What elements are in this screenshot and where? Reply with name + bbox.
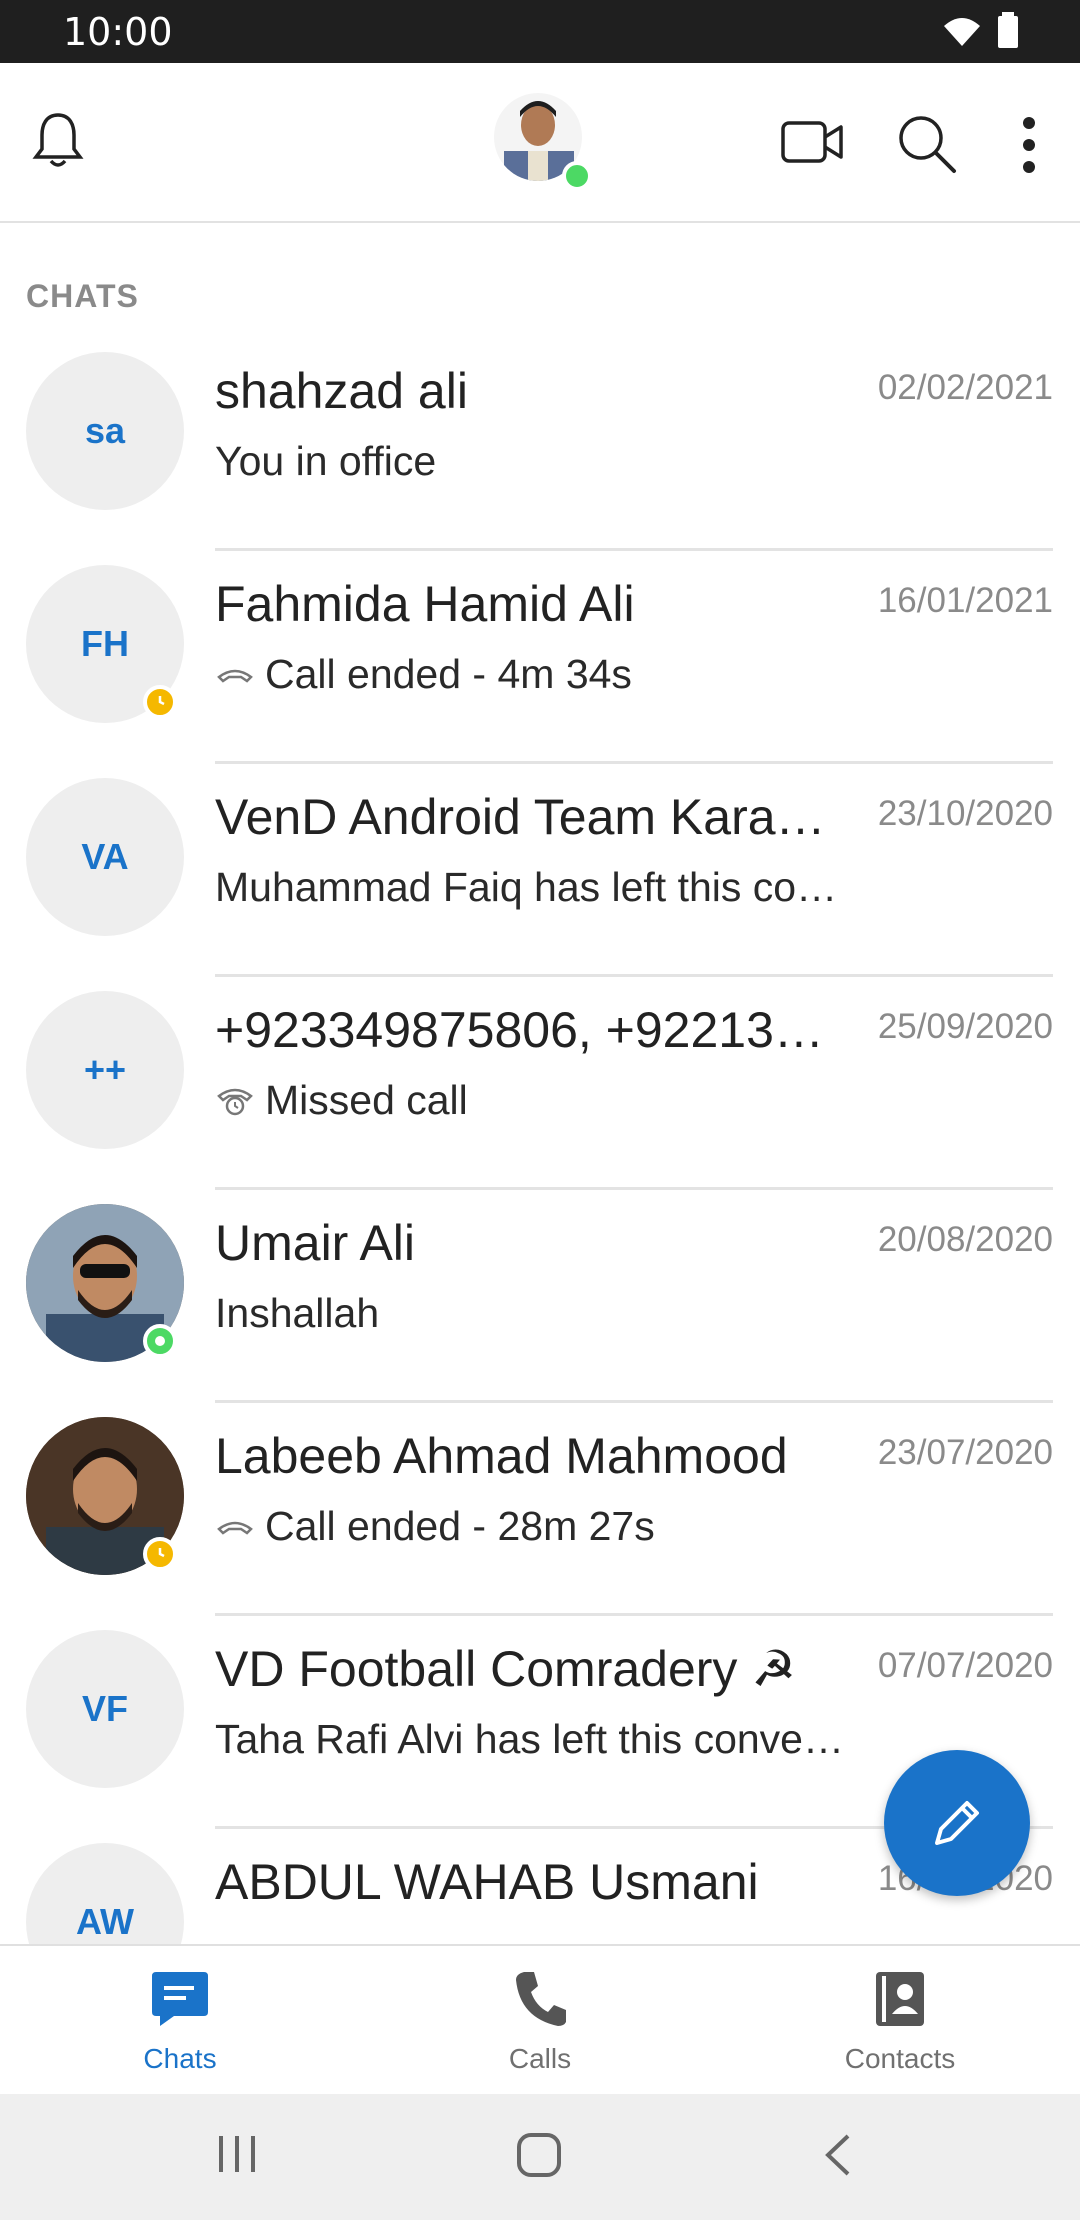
chat-preview-text: Muhammad Faiq has left this conversation	[215, 864, 855, 910]
chat-date: 02/02/2021	[877, 368, 1053, 407]
chat-list-item[interactable]: FH Fahmida Hamid Ali 16/01/2021 Call ended …	[0, 551, 1080, 764]
contact-avatar: sa	[26, 352, 184, 510]
chat-name: Umair Ali	[215, 1215, 416, 1271]
presence-online-badge	[143, 1324, 177, 1358]
tab-calls[interactable]: Calls	[430, 1968, 650, 2075]
chat-name: shahzad ali	[215, 363, 468, 419]
chat-list-item[interactable]: ++ +923349875806, +922134567890 25/09/2020…	[0, 977, 1080, 1190]
online-check-icon	[155, 1336, 165, 1346]
chat-preview-text: Missed call	[265, 1077, 468, 1123]
video-call-icon[interactable]	[780, 117, 844, 167]
presence-away-badge	[143, 1537, 177, 1571]
chat-list-item[interactable]: sa shahzad ali 02/02/2021 You in office	[0, 338, 1080, 551]
phone-icon	[516, 1972, 566, 2026]
chat-preview: Taha Rafi Alvi has left this conversatio…	[215, 1716, 855, 1763]
chat-preview: Call ended - 4m 34s	[215, 651, 855, 698]
more-vertical-icon[interactable]	[1018, 115, 1040, 175]
chat-date: 25/09/2020	[877, 1007, 1053, 1046]
chat-preview: Missed call	[215, 1077, 855, 1124]
chat-date: 23/10/2020	[877, 794, 1053, 833]
chat-preview: Muhammad Faiq has left this conversation	[215, 864, 855, 911]
chat-name: ABDUL WAHAB Usmani	[215, 1854, 759, 1910]
contact-avatar: ++	[26, 991, 184, 1149]
status-bar: 10:00	[0, 0, 1080, 63]
chat-list[interactable]: sa shahzad ali 02/02/2021 You in office FH Fa…	[0, 338, 1080, 1944]
call-ended-icon	[215, 663, 255, 687]
tab-calls-label: Calls	[508, 2043, 572, 2074]
status-time: 10:00	[63, 10, 173, 54]
chat-list-item[interactable]: Labeeb Ahmad Mahmood 23/07/2020 Call ended…	[0, 1403, 1080, 1616]
chat-name: Fahmida Hamid Ali	[215, 576, 635, 632]
chat-preview-text: You in office	[215, 438, 437, 484]
avatar-initials: ++	[83, 1049, 127, 1090]
missed-call-icon	[215, 1084, 255, 1118]
tab-chats[interactable]: Chats	[70, 1968, 290, 2075]
chat-preview-text: Call ended - 4m 34s	[265, 651, 632, 697]
contacts-icon	[876, 1972, 924, 2026]
chat-name: VD Football Comradery ☭	[215, 1641, 797, 1697]
back-icon[interactable]	[822, 2132, 852, 2178]
chat-icon	[152, 1972, 208, 2026]
profile-avatar[interactable]	[494, 89, 592, 193]
chat-name: VenD Android Team Karachi	[215, 789, 835, 845]
chat-date: 16/01/2021	[877, 581, 1053, 620]
tab-contacts[interactable]: Contacts	[790, 1968, 1010, 2075]
chat-list-item[interactable]: VA VenD Android Team Karachi 23/10/2020 Muh…	[0, 764, 1080, 977]
pencil-icon	[935, 1801, 979, 1845]
search-icon[interactable]	[896, 113, 958, 175]
contact-avatar: VA	[26, 778, 184, 936]
avatar-initials: sa	[84, 410, 126, 451]
wifi-icon	[944, 18, 980, 46]
away-clock-icon	[158, 696, 165, 706]
avatar-initials: VA	[81, 836, 129, 877]
chat-preview: Call ended - 28m 27s	[215, 1503, 855, 1550]
battery-icon	[998, 12, 1018, 48]
avatar-initials: FH	[81, 623, 129, 664]
presence-away-badge	[143, 685, 177, 719]
tab-chats-label: Chats	[143, 2043, 217, 2074]
home-icon[interactable]	[516, 2132, 562, 2178]
chat-preview-text: Call ended - 28m 27s	[265, 1503, 655, 1549]
call-ended-icon	[215, 1515, 255, 1539]
avatar-initials: AW	[76, 1901, 134, 1942]
chat-date: 20/08/2020	[877, 1220, 1053, 1259]
tab-contacts-label: Contacts	[844, 2043, 956, 2074]
chats-section-label: CHATS	[26, 278, 139, 314]
chat-preview: Inshallah	[215, 1290, 855, 1337]
bell-icon[interactable]	[32, 109, 84, 171]
chat-preview-text: Taha Rafi Alvi has left this conversatio…	[215, 1716, 855, 1762]
system-icons	[940, 12, 1020, 48]
away-clock-icon	[158, 1548, 165, 1558]
app-header	[0, 63, 1080, 223]
chat-date: 23/07/2020	[877, 1433, 1053, 1472]
chat-preview: You in office	[215, 438, 855, 485]
avatar-initials: VF	[81, 1688, 128, 1729]
profile-presence-dot	[562, 161, 592, 191]
recent-apps-icon[interactable]	[215, 2132, 259, 2176]
bottom-navigation: Chats Calls Contacts	[0, 1944, 1080, 2094]
chat-preview-text: Inshallah	[215, 1290, 380, 1336]
chat-list-item[interactable]: Umair Ali 20/08/2020 Inshallah	[0, 1190, 1080, 1403]
new-chat-button[interactable]	[884, 1750, 1030, 1896]
contact-avatar: AW	[26, 1843, 184, 1944]
chat-date: 07/07/2020	[877, 1646, 1053, 1685]
chat-name: Labeeb Ahmad Mahmood	[215, 1428, 788, 1484]
system-navigation-bar	[0, 2094, 1080, 2220]
chat-name: +923349875806, +922134567890	[215, 1002, 835, 1058]
contact-avatar: VF	[26, 1630, 184, 1788]
